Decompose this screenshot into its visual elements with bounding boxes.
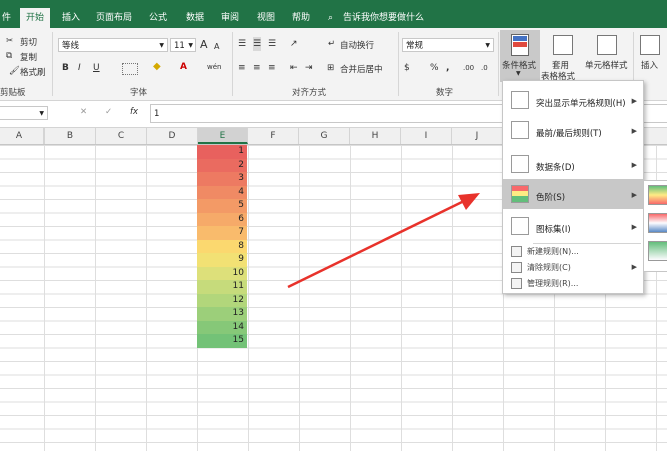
submenu-arrow-icon: ▶ — [631, 161, 637, 169]
new-rule-icon — [511, 246, 522, 257]
conditional-format-menu: 突出显示单元格规则(H) ▶ 最前/最后规则(T) ▶ 数据条(D) ▶ 色阶(… — [502, 80, 644, 294]
submenu-arrow-icon: ▶ — [631, 223, 637, 231]
color-scale-submenu — [643, 180, 667, 272]
menu-item-new-rule[interactable]: 新建规则(N)... — [503, 243, 643, 259]
menu-item-color-scales[interactable]: 色阶(S) ▶ — [503, 179, 643, 209]
data-bars-icon — [511, 155, 529, 173]
color-scale-option-red-blue[interactable] — [648, 213, 667, 233]
submenu-arrow-icon: ▶ — [631, 97, 637, 105]
submenu-arrow-icon: ▶ — [631, 191, 637, 199]
submenu-arrow-icon: ▶ — [631, 127, 637, 135]
highlight-rules-icon — [511, 91, 529, 109]
icon-sets-icon — [511, 217, 529, 235]
top-bottom-icon — [511, 121, 529, 139]
clear-rules-icon — [511, 262, 522, 273]
menu-item-manage-rules[interactable]: 管理规则(R)... — [503, 275, 643, 291]
manage-rules-icon — [511, 278, 522, 289]
menu-item-data-bars[interactable]: 数据条(D) ▶ — [503, 149, 643, 179]
menu-item-icon-sets[interactable]: 图标集(I) ▶ — [503, 211, 643, 241]
menu-item-top-bottom[interactable]: 最前/最后规则(T) ▶ — [503, 115, 643, 145]
menu-item-highlight-cells[interactable]: 突出显示单元格规则(H) ▶ — [503, 85, 643, 115]
color-scale-option-green-white[interactable] — [648, 241, 667, 261]
arrow-shaft — [287, 200, 463, 289]
menu-item-clear-rules[interactable]: 清除规则(C) ▶ — [503, 259, 643, 275]
color-scale-option-green-red[interactable] — [648, 185, 667, 205]
submenu-arrow-icon: ▶ — [631, 263, 637, 271]
color-scales-icon — [511, 185, 529, 203]
